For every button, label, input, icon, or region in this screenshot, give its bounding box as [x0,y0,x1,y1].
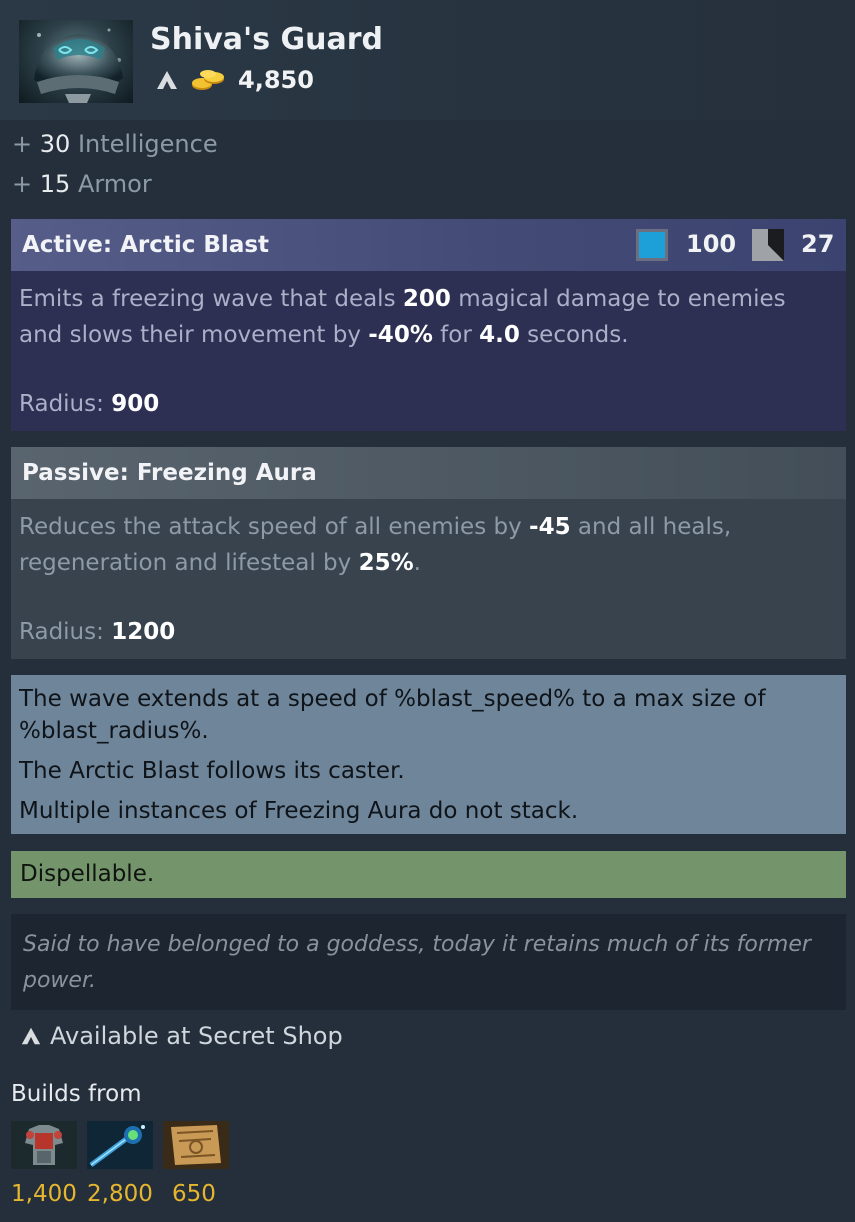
note-line: The wave extends at a speed of %blast_sp… [19,686,766,744]
mana-cost-icon [636,229,668,261]
gold-coins-icon [192,70,224,90]
stat-value: 30 [39,130,71,158]
item-cost: 4,850 [238,66,314,94]
builds-from-label: Builds from [11,1081,142,1107]
passive-ability-header: Passive: Freezing Aura [11,447,846,499]
recipe-scroll-icon[interactable] [163,1121,229,1169]
note-line: The Arctic Blast follows its caster. [19,758,405,784]
secret-shop-availability: Available at Secret Shop [20,1022,343,1050]
ability-notes: The wave extends at a speed of %blast_sp… [11,675,846,834]
active-ability-description: Emits a freezing wave that deals 200 mag… [19,286,786,348]
cooldown-value: 27 [801,230,835,258]
passive-ability-description: Reduces the attack speed of all enemies … [19,514,732,576]
passive-ability-title: Passive: Freezing Aura [22,460,317,486]
secret-shop-text: Available at Secret Shop [50,1022,343,1050]
stat-armor: + 15 Armor [12,170,152,198]
component-cost: 2,800 [87,1181,153,1207]
stat-prefix: + [12,130,33,158]
stat-label: Intelligence [77,130,218,158]
cooldown-icon [752,229,784,261]
secret-shop-icon [21,1027,41,1045]
stat-intelligence: + 30 Intelligence [12,130,218,158]
active-radius: Radius: 900 [19,391,159,417]
component-cost: 1,400 [11,1181,77,1207]
radius-value: 900 [111,391,160,417]
note-line: Multiple instances of Freezing Aura do n… [19,798,579,824]
radius-value: 1200 [111,619,176,645]
component-cost: 650 [172,1181,216,1207]
item-header: Shiva's Guard 4,850 [0,0,855,120]
mana-cost-value: 100 [686,230,737,258]
dispellable-badge: Dispellable. [11,851,846,898]
mystic-staff-icon[interactable] [87,1121,153,1169]
radius-label: Radius: [19,391,104,417]
passive-radius: Radius: 1200 [19,619,175,645]
active-ability-body: Emits a freezing wave that deals 200 mag… [11,271,846,431]
active-ability-header: Active: Arctic Blast 100 27 [11,219,846,271]
item-lore: Said to have belonged to a goddess, toda… [11,914,846,1010]
shivas-guard-icon [19,20,133,103]
passive-ability-body: Reduces the attack speed of all enemies … [11,499,846,659]
radius-label: Radius: [19,619,104,645]
stat-label: Armor [77,170,152,198]
active-ability-title: Active: Arctic Blast [22,232,270,258]
stat-value: 15 [39,170,71,198]
platemail-icon[interactable] [11,1121,77,1169]
item-name: Shiva's Guard [150,22,384,57]
stat-prefix: + [12,170,33,198]
secret-shop-icon [157,71,177,89]
